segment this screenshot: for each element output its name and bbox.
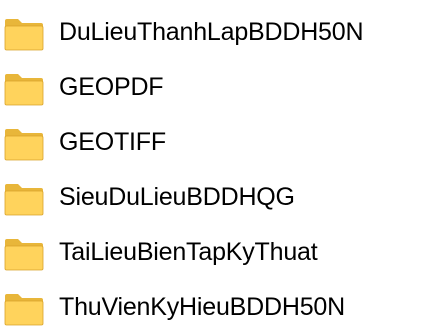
folder-icon: [4, 127, 44, 161]
folder-icon: [4, 292, 44, 326]
folder-icon: [4, 17, 44, 51]
folder-name: GEOTIFF: [59, 128, 166, 156]
folder-item-thuvienkyhieubddh50n[interactable]: ThuVienKyHieuBDDH50N: [0, 283, 441, 333]
folder-icon: [4, 72, 44, 106]
folder-item-geopdf[interactable]: GEOPDF: [0, 63, 441, 113]
folder-list: DuLieuThanhLapBDDH50N GEOPDF GEOTIFF Sie…: [0, 0, 441, 331]
folder-icon: [4, 182, 44, 216]
folder-item-dulieuthanhlapbddh50n[interactable]: DuLieuThanhLapBDDH50N: [0, 8, 441, 58]
folder-name: TaiLieuBienTapKyThuat: [59, 238, 318, 266]
folder-item-sieudulieubddhqg[interactable]: SieuDuLieuBDDHQG: [0, 173, 441, 223]
folder-name: ThuVienKyHieuBDDH50N: [59, 293, 345, 321]
folder-name: DuLieuThanhLapBDDH50N: [59, 18, 364, 46]
folder-item-tailieubientapkythuat[interactable]: TaiLieuBienTapKyThuat: [0, 228, 441, 278]
folder-name: GEOPDF: [59, 73, 164, 101]
folder-icon: [4, 237, 44, 271]
folder-item-geotiff[interactable]: GEOTIFF: [0, 118, 441, 168]
folder-name: SieuDuLieuBDDHQG: [59, 183, 295, 211]
